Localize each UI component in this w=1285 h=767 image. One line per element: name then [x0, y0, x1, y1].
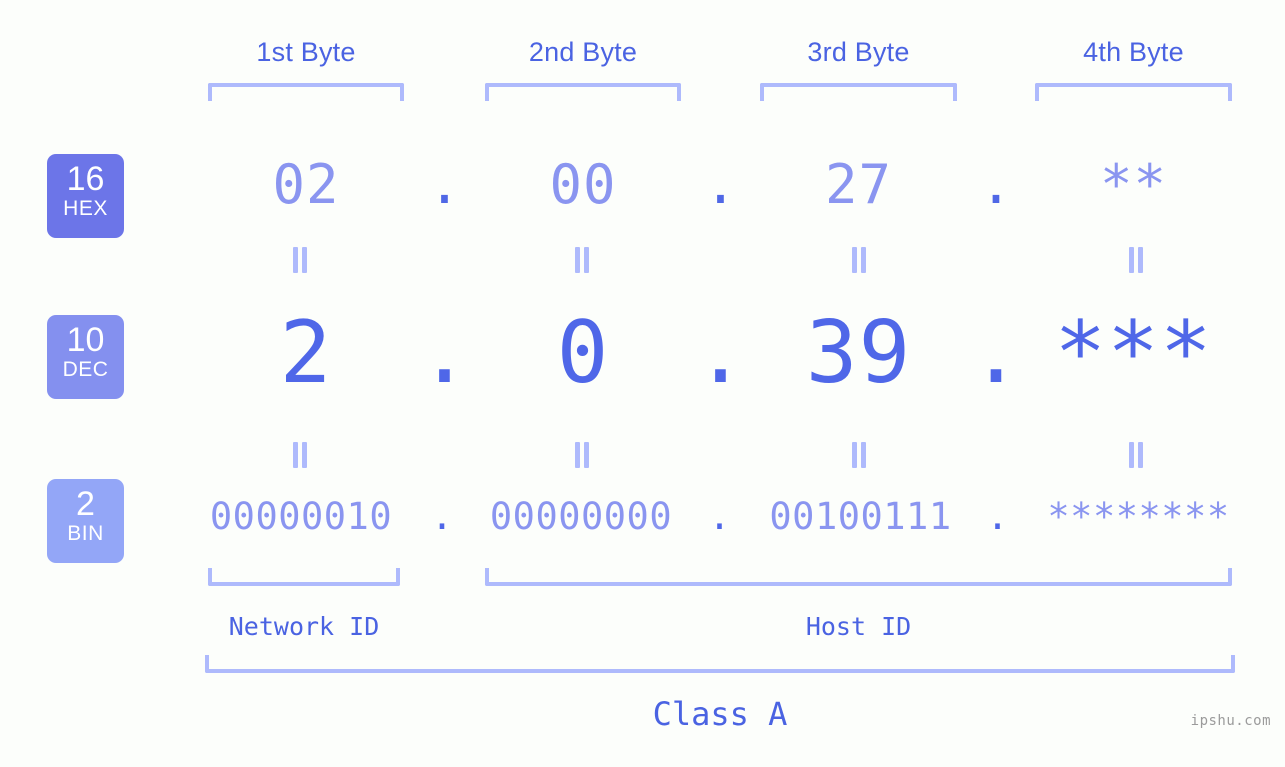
site-watermark: ipshu.com: [1190, 713, 1271, 729]
dec-separator-3: .: [970, 303, 1022, 403]
bin-separator-1: .: [430, 495, 454, 538]
dec-separator-2: .: [694, 303, 747, 403]
bin-separator-3: .: [986, 495, 1009, 538]
class-label: Class A: [652, 695, 788, 733]
byte-bracket-1: [208, 83, 404, 101]
base-badge-hex: 16 HEX: [47, 154, 124, 238]
hex-separator-2: .: [704, 153, 737, 216]
base-badge-dec-number: 10: [66, 321, 105, 359]
dec-byte-2: 0: [556, 303, 610, 403]
byte-bracket-3: [760, 83, 957, 101]
hex-byte-4: **: [1099, 153, 1168, 216]
hex-byte-1: 02: [272, 153, 340, 216]
base-badge-bin-label: BIN: [67, 522, 104, 545]
base-badge-dec: 10 DEC: [47, 315, 124, 399]
equals-icon-dec-bin-1: [288, 442, 312, 468]
equals-icon-dec-bin-3: [847, 442, 871, 468]
base-badge-hex-label: HEX: [63, 197, 108, 220]
network-id-label: Network ID: [228, 612, 380, 641]
byte-header-3: 3rd Byte: [807, 37, 910, 67]
equals-icon-hex-dec-1: [288, 247, 312, 273]
byte-header-4: 4th Byte: [1083, 37, 1184, 67]
base-badge-hex-number: 16: [66, 160, 105, 198]
dec-separator-1: .: [418, 303, 471, 403]
base-badge-dec-label: DEC: [62, 358, 109, 381]
dec-byte-3: 39: [805, 303, 912, 403]
bin-byte-2: 00000000: [489, 495, 673, 538]
hex-byte-3: 27: [824, 153, 893, 216]
equals-icon-hex-dec-4: [1124, 247, 1148, 273]
bin-separator-2: .: [708, 495, 731, 538]
equals-icon-hex-dec-3: [847, 247, 871, 273]
hex-separator-3: .: [979, 153, 1013, 216]
equals-icon-hex-dec-2: [570, 247, 594, 273]
base-badge-bin: 2 BIN: [47, 479, 124, 563]
bin-byte-4: ********: [1047, 495, 1230, 538]
dec-byte-1: 2: [279, 303, 333, 403]
dec-byte-4: ***: [1054, 303, 1213, 403]
ip-breakdown-diagram: 1st Byte 2nd Byte 3rd Byte 4th Byte 16 H…: [0, 0, 1285, 767]
bin-byte-1: 00000010: [209, 495, 393, 538]
byte-header-1: 1st Byte: [256, 37, 356, 67]
bin-byte-3: 00100111: [769, 495, 952, 538]
base-badge-bin-number: 2: [76, 485, 95, 523]
equals-icon-dec-bin-4: [1124, 442, 1148, 468]
class-bracket: [205, 655, 1235, 673]
host-id-label: Host ID: [805, 612, 912, 641]
byte-bracket-2: [485, 83, 681, 101]
byte-bracket-4: [1035, 83, 1232, 101]
host-id-bracket: [485, 568, 1232, 586]
byte-header-2: 2nd Byte: [528, 37, 638, 67]
hex-separator-1: .: [428, 153, 461, 216]
equals-icon-dec-bin-2: [570, 442, 594, 468]
hex-byte-2: 00: [549, 153, 617, 216]
network-id-bracket: [208, 568, 400, 586]
